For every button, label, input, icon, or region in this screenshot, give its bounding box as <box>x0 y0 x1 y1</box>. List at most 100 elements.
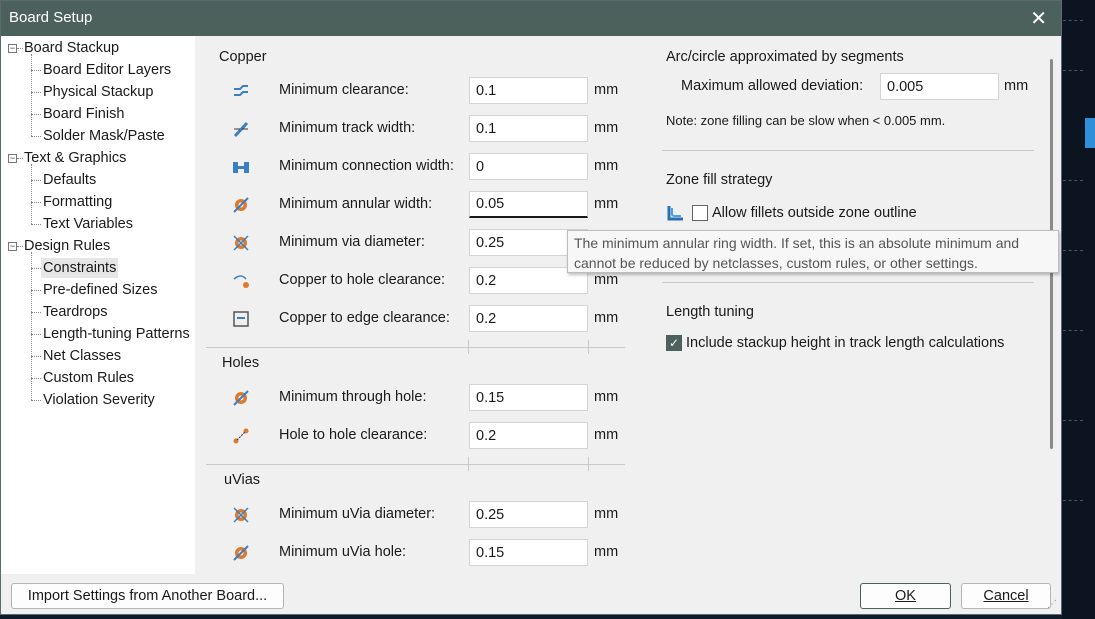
unit-label: mm <box>594 120 619 136</box>
hole-to-hole-icon <box>231 426 251 446</box>
constraint-input[interactable] <box>469 305 588 332</box>
uvia-hole-icon <box>231 543 251 563</box>
max-deviation-label: Maximum allowed deviation: <box>681 78 864 94</box>
tree-connector <box>31 312 41 313</box>
tree-connector <box>31 378 41 379</box>
include-stackup-checkbox[interactable]: ✓ <box>666 335 682 351</box>
tooltip-line: The minimum annular ring width. If set, … <box>574 235 1020 251</box>
background-canvas <box>1062 0 1095 619</box>
tree-connector <box>31 114 41 115</box>
constraint-input[interactable] <box>469 501 588 528</box>
zone-fill-note: Note: zone filling can be slow when < 0.… <box>666 113 946 128</box>
tree-item[interactable]: Solder Mask/Paste <box>43 126 165 146</box>
tree-item[interactable]: Custom Rules <box>43 368 134 388</box>
arc-section-title: Arc/circle approximated by segments <box>666 49 904 65</box>
tree-connector <box>17 246 23 247</box>
ok-button[interactable]: OK <box>860 583 951 609</box>
constraint-input[interactable] <box>469 191 588 218</box>
tree-connector <box>31 92 41 93</box>
copper-section-title: Copper <box>219 49 267 65</box>
tooltip-line: cannot be reduced by netclasses, custom … <box>574 255 978 271</box>
constraint-input[interactable] <box>469 384 588 411</box>
length-tuning-section-title: Length tuning <box>666 304 754 320</box>
unit-label: mm <box>594 272 619 288</box>
tree-connector <box>31 400 41 401</box>
tree-item[interactable]: Constraints <box>41 258 119 278</box>
cancel-button[interactable]: Cancel <box>961 583 1051 609</box>
tree-connector <box>17 158 23 159</box>
tree-item[interactable]: Teardrops <box>43 302 107 322</box>
section-divider <box>206 464 625 465</box>
connection-width-icon <box>231 157 251 177</box>
unit-label: mm <box>594 506 619 522</box>
background-trace <box>1063 20 1083 21</box>
unit-label: mm <box>594 158 619 174</box>
tree-connector <box>31 136 41 137</box>
background-trace <box>1063 500 1083 501</box>
zone-fill-section-title: Zone fill strategy <box>666 172 773 188</box>
board-setup-dialog: Board Setup ✕ − Board Stackup Board Editor… <box>0 0 1062 615</box>
background-component <box>1085 118 1095 148</box>
tree-connector <box>31 54 32 136</box>
constraint-input[interactable] <box>469 115 588 142</box>
tree-connector <box>31 334 41 335</box>
holes-section-title: Holes <box>222 355 260 371</box>
tree-item[interactable]: Formatting <box>43 192 112 212</box>
constraint-input[interactable] <box>469 77 588 104</box>
constraints-panel: Copper Holes uVias Arc/circle approximat… <box>201 36 1041 574</box>
tree-item[interactable]: Net Classes <box>43 346 121 366</box>
tree-item[interactable]: Physical Stackup <box>43 82 153 102</box>
tree-item[interactable]: Board Finish <box>43 104 124 124</box>
constraint-input[interactable] <box>469 539 588 566</box>
constraint-label: Minimum uVia hole: <box>279 544 407 560</box>
resize-grip[interactable]: ⋰ <box>1047 599 1057 610</box>
background-trace <box>1063 330 1083 331</box>
tree-item[interactable]: Pre-defined Sizes <box>43 280 157 300</box>
background-trace <box>1063 420 1083 421</box>
max-deviation-input[interactable] <box>880 73 999 100</box>
tree-connector <box>31 268 41 269</box>
tree-connector <box>31 202 41 203</box>
collapse-icon[interactable]: − <box>8 242 17 251</box>
close-icon[interactable]: ✕ <box>1030 6 1047 31</box>
tree-group-1[interactable]: Text & Graphics <box>24 148 126 168</box>
collapse-icon[interactable]: − <box>8 154 17 163</box>
background-trace <box>1063 250 1083 251</box>
tree-item[interactable]: Board Editor Layers <box>43 60 171 80</box>
unit-label: mm <box>594 82 619 98</box>
fillet-icon <box>666 203 686 223</box>
import-settings-button[interactable]: Import Settings from Another Board... <box>11 583 284 609</box>
constraint-label: Minimum annular width: <box>279 196 433 212</box>
tree-connector <box>31 224 41 225</box>
titlebar: Board Setup ✕ <box>1 1 1061 36</box>
uvias-section-title: uVias <box>224 472 261 488</box>
constraint-label: Minimum through hole: <box>279 389 427 405</box>
tree-item[interactable]: Defaults <box>43 170 96 190</box>
constraint-input[interactable] <box>469 153 588 180</box>
background-trace <box>1063 180 1083 181</box>
settings-tree: − Board Stackup Board Editor Layers Physica… <box>1 36 195 574</box>
column-divider <box>588 457 589 471</box>
tree-group-2[interactable]: Design Rules <box>24 236 110 256</box>
annular-width-tooltip: The minimum annular ring width. If set, … <box>567 230 1059 273</box>
unit-label: mm <box>594 544 619 560</box>
allow-fillets-checkbox[interactable] <box>692 205 708 221</box>
tree-connector <box>31 164 32 224</box>
constraint-label: Minimum via diameter: <box>279 234 425 250</box>
constraint-label: Copper to hole clearance: <box>279 272 446 288</box>
tree-item[interactable]: Violation Severity <box>43 390 155 410</box>
tree-connector <box>31 252 32 400</box>
tree-connector <box>31 290 41 291</box>
uvia-diameter-icon <box>231 505 251 525</box>
background-trace <box>1063 70 1083 71</box>
unit-label: mm <box>594 389 619 405</box>
constraint-input[interactable] <box>469 422 588 449</box>
section-divider <box>662 150 1034 151</box>
tree-connector <box>31 70 41 71</box>
track-width-icon <box>231 119 251 139</box>
allow-fillets-label: Allow fillets outside zone outline <box>712 205 917 221</box>
tree-item[interactable]: Text Variables <box>43 214 133 234</box>
tree-group-0[interactable]: Board Stackup <box>24 38 119 58</box>
tree-item[interactable]: Length-tuning Patterns <box>43 324 190 344</box>
collapse-icon[interactable]: − <box>8 44 17 53</box>
